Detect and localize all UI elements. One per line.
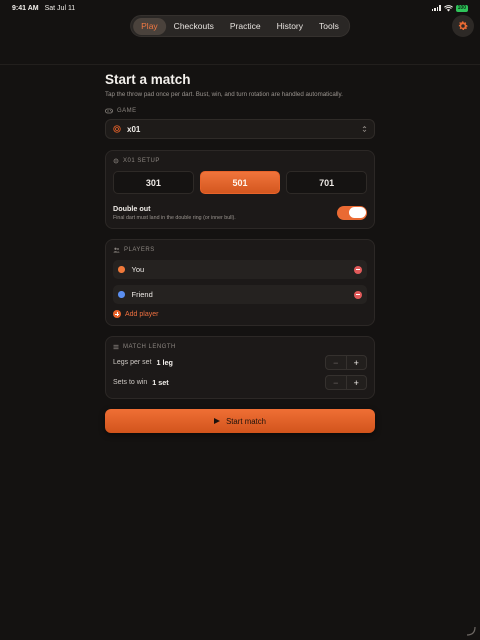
variant-group: 301 501 701 — [113, 171, 368, 194]
main-nav: Play Checkouts Practice History Tools — [130, 15, 350, 37]
remove-player-button[interactable] — [354, 265, 362, 274]
gamepad-icon — [105, 108, 113, 114]
tab-checkouts[interactable]: Checkouts — [166, 18, 222, 35]
variant-301-button[interactable]: 301 — [113, 171, 194, 194]
add-player-button[interactable]: Add player — [113, 310, 367, 318]
legs-per-set-row: Legs per set 1 leg − + — [113, 354, 367, 371]
battery-icon: 100 — [455, 4, 468, 12]
game-select[interactable]: x01 — [105, 119, 375, 139]
gear-small-icon — [113, 158, 119, 164]
sets-increment-button[interactable]: + — [347, 376, 367, 389]
status-date: Sat Jul 11 — [44, 4, 76, 12]
player-name: You — [131, 265, 145, 274]
legs-increment-button[interactable]: + — [347, 356, 367, 369]
remove-player-button[interactable] — [354, 290, 362, 299]
players-card: PLAYERS You Friend Add player — [105, 239, 375, 326]
x01-setup-label: X01 SETUP — [113, 158, 367, 164]
status-indicators: 100 — [431, 4, 468, 12]
resize-grip-icon[interactable] — [466, 626, 476, 636]
legs-per-set-value: 1 leg — [156, 358, 173, 367]
variant-701-button[interactable]: 701 — [286, 171, 368, 194]
sets-to-win-value: 1 set — [152, 378, 169, 387]
double-out-description: Final dart must land in the double ring … — [113, 215, 236, 221]
page-title: Start a match — [105, 72, 191, 87]
match-length-card: MATCH LENGTH Legs per set 1 leg − + Sets… — [105, 336, 375, 399]
match-length-label-text: MATCH LENGTH — [123, 344, 176, 350]
players-label-text: PLAYERS — [124, 247, 155, 253]
status-time: 9:41 AM — [12, 4, 39, 12]
gear-icon — [458, 21, 468, 30]
x01-setup-label-text: X01 SETUP — [123, 158, 160, 164]
match-length-label: MATCH LENGTH — [113, 344, 367, 350]
add-player-label: Add player — [125, 310, 159, 318]
sets-to-win-label: Sets to win — [113, 379, 148, 386]
status-bar: 9:41 AM Sat Jul 11 100 — [0, 0, 480, 16]
chevron-up-down-icon — [362, 125, 367, 133]
x01-setup-card: X01 SETUP 301 501 701 Double out Final d… — [105, 150, 375, 229]
target-icon — [113, 125, 121, 133]
player-row-you[interactable]: You — [113, 260, 367, 279]
settings-button[interactable] — [452, 15, 474, 37]
play-icon — [214, 418, 221, 424]
header-divider — [0, 64, 480, 65]
player-color-dot — [118, 291, 125, 298]
legs-per-set-label: Legs per set — [113, 359, 152, 366]
legs-decrement-button[interactable]: − — [326, 356, 346, 369]
game-select-value: x01 — [127, 124, 141, 134]
tab-tools[interactable]: Tools — [311, 18, 347, 35]
sets-to-win-row: Sets to win 1 set − + — [113, 374, 367, 391]
sets-stepper: − + — [325, 375, 367, 390]
double-out-row: Double out Final dart must land in the d… — [113, 204, 367, 221]
double-out-toggle[interactable] — [337, 205, 367, 220]
player-row-friend[interactable]: Friend — [113, 285, 367, 304]
tab-play[interactable]: Play — [133, 17, 166, 35]
start-match-button[interactable]: Start match — [105, 409, 375, 433]
player-color-dot — [118, 266, 125, 273]
player-name: Friend — [131, 290, 153, 299]
list-icon — [113, 344, 119, 350]
players-label: PLAYERS — [113, 247, 367, 253]
wifi-icon — [443, 4, 453, 11]
toggle-knob — [348, 207, 366, 218]
page-subtitle: Tap the throw pad once per dart. Bust, w… — [105, 91, 343, 98]
start-match-label: Start match — [226, 416, 266, 426]
double-out-title: Double out — [113, 204, 151, 213]
plus-circle-icon — [113, 310, 121, 318]
people-icon — [113, 247, 120, 253]
main-content: Start a match Tap the throw pad once per… — [105, 72, 375, 433]
game-section-label: GAME — [105, 108, 375, 114]
game-label: GAME — [117, 108, 137, 114]
legs-stepper: − + — [325, 355, 367, 370]
variant-501-button[interactable]: 501 — [199, 171, 281, 194]
cellular-signal-icon — [431, 5, 441, 11]
tab-practice[interactable]: Practice — [222, 18, 269, 35]
tab-history[interactable]: History — [269, 18, 311, 35]
sets-decrement-button[interactable]: − — [326, 376, 346, 389]
